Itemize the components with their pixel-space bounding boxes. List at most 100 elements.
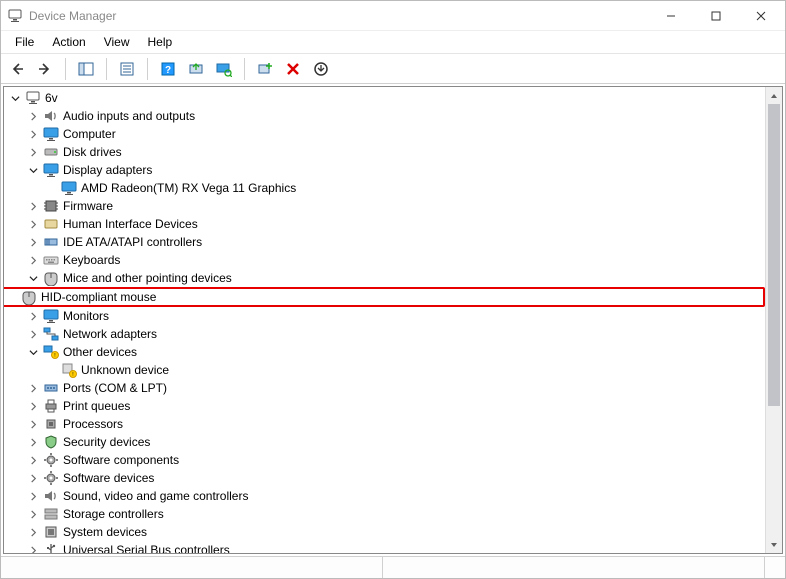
minimize-button[interactable] bbox=[648, 1, 693, 30]
tree-item-label: Keyboards bbox=[63, 253, 120, 267]
menu-file[interactable]: File bbox=[7, 33, 42, 51]
collapse-icon[interactable] bbox=[26, 163, 41, 178]
security-icon bbox=[43, 434, 59, 450]
tree-item[interactable]: Network adapters bbox=[4, 325, 765, 343]
tree-item[interactable]: 6v bbox=[4, 89, 765, 107]
collapse-icon[interactable] bbox=[26, 345, 41, 360]
vertical-scrollbar[interactable] bbox=[765, 87, 782, 553]
tree-item-label: IDE ATA/ATAPI controllers bbox=[63, 235, 202, 249]
forward-button[interactable] bbox=[33, 57, 57, 81]
toolbar-separator bbox=[106, 58, 107, 80]
collapse-icon[interactable] bbox=[8, 91, 23, 106]
expand-icon[interactable] bbox=[26, 453, 41, 468]
tree-item-label: Unknown device bbox=[81, 363, 169, 377]
tree-item[interactable]: Unknown device bbox=[4, 361, 765, 379]
help-button[interactable] bbox=[156, 57, 180, 81]
device-tree[interactable]: 6vAudio inputs and outputsComputerDisk d… bbox=[4, 87, 765, 553]
tree-item[interactable]: Firmware bbox=[4, 197, 765, 215]
expand-icon[interactable] bbox=[26, 217, 41, 232]
tree-item[interactable]: Universal Serial Bus controllers bbox=[4, 541, 765, 553]
expand-icon[interactable] bbox=[26, 253, 41, 268]
expand-icon[interactable] bbox=[26, 199, 41, 214]
status-cell bbox=[1, 557, 383, 578]
tree-item[interactable]: Monitors bbox=[4, 307, 765, 325]
uninstall-button[interactable] bbox=[281, 57, 305, 81]
tree-item[interactable]: Computer bbox=[4, 125, 765, 143]
expander-placeholder bbox=[44, 363, 59, 378]
scan-hardware-button[interactable] bbox=[212, 57, 236, 81]
status-grip bbox=[765, 557, 785, 578]
expand-icon[interactable] bbox=[26, 109, 41, 124]
tree-item[interactable]: HID-compliant mouse bbox=[4, 287, 765, 307]
tree-item[interactable]: Other devices bbox=[4, 343, 765, 361]
cpu-icon bbox=[43, 416, 59, 432]
tree-item-label: Human Interface Devices bbox=[63, 217, 198, 231]
statusbar bbox=[1, 556, 785, 578]
tree-item[interactable]: System devices bbox=[4, 523, 765, 541]
scroll-up-button[interactable] bbox=[766, 87, 782, 104]
tree-item[interactable]: Keyboards bbox=[4, 251, 765, 269]
tree-item[interactable]: IDE ATA/ATAPI controllers bbox=[4, 233, 765, 251]
monitor-icon bbox=[43, 126, 59, 142]
tree-item[interactable]: Storage controllers bbox=[4, 505, 765, 523]
tree-item[interactable]: Human Interface Devices bbox=[4, 215, 765, 233]
expand-icon[interactable] bbox=[26, 543, 41, 554]
expand-icon[interactable] bbox=[26, 399, 41, 414]
disable-button[interactable] bbox=[309, 57, 333, 81]
tree-item-label: Network adapters bbox=[63, 327, 157, 341]
expand-icon[interactable] bbox=[26, 327, 41, 342]
expand-icon[interactable] bbox=[26, 489, 41, 504]
expand-icon[interactable] bbox=[26, 309, 41, 324]
tree-item[interactable]: Print queues bbox=[4, 397, 765, 415]
tree-item-label: Processors bbox=[63, 417, 123, 431]
showhide-tree-button[interactable] bbox=[74, 57, 98, 81]
scroll-track[interactable] bbox=[766, 104, 782, 536]
add-legacy-button[interactable] bbox=[253, 57, 277, 81]
tree-item-label: HID-compliant mouse bbox=[41, 290, 156, 304]
menu-help[interactable]: Help bbox=[140, 33, 181, 51]
close-button[interactable] bbox=[738, 1, 783, 30]
tree-item-label: Software devices bbox=[63, 471, 154, 485]
tree-item[interactable]: Display adapters bbox=[4, 161, 765, 179]
toolbar-separator bbox=[147, 58, 148, 80]
back-button[interactable] bbox=[5, 57, 29, 81]
tree-item[interactable]: Audio inputs and outputs bbox=[4, 107, 765, 125]
maximize-button[interactable] bbox=[693, 1, 738, 30]
tree-item[interactable]: AMD Radeon(TM) RX Vega 11 Graphics bbox=[4, 179, 765, 197]
tree-item[interactable]: Software devices bbox=[4, 469, 765, 487]
menu-action[interactable]: Action bbox=[44, 33, 93, 51]
update-driver-button[interactable] bbox=[184, 57, 208, 81]
expand-icon[interactable] bbox=[26, 127, 41, 142]
properties-button[interactable] bbox=[115, 57, 139, 81]
tree-item[interactable]: Mice and other pointing devices bbox=[4, 269, 765, 287]
tree-item[interactable]: Disk drives bbox=[4, 143, 765, 161]
tree-item[interactable]: Software components bbox=[4, 451, 765, 469]
expand-icon[interactable] bbox=[26, 235, 41, 250]
tree-item[interactable]: Ports (COM & LPT) bbox=[4, 379, 765, 397]
collapse-icon[interactable] bbox=[26, 271, 41, 286]
expand-icon[interactable] bbox=[26, 471, 41, 486]
expand-icon[interactable] bbox=[26, 381, 41, 396]
menu-view[interactable]: View bbox=[96, 33, 138, 51]
tree-item-label: Ports (COM & LPT) bbox=[63, 381, 167, 395]
monitor-icon bbox=[61, 180, 77, 196]
expander-placeholder bbox=[4, 290, 19, 305]
scroll-down-button[interactable] bbox=[766, 536, 782, 553]
monitor-icon bbox=[43, 162, 59, 178]
expand-icon[interactable] bbox=[26, 435, 41, 450]
tree-item-label: AMD Radeon(TM) RX Vega 11 Graphics bbox=[81, 181, 296, 195]
tree-item-label: Software components bbox=[63, 453, 179, 467]
expand-icon[interactable] bbox=[26, 507, 41, 522]
tree-item-label: Display adapters bbox=[63, 163, 152, 177]
tree-item[interactable]: Security devices bbox=[4, 433, 765, 451]
expand-icon[interactable] bbox=[26, 145, 41, 160]
tree-item[interactable]: Processors bbox=[4, 415, 765, 433]
scroll-thumb[interactable] bbox=[768, 104, 780, 406]
tree-item[interactable]: Sound, video and game controllers bbox=[4, 487, 765, 505]
expand-icon[interactable] bbox=[26, 525, 41, 540]
mouse-icon bbox=[43, 270, 59, 286]
tree-item-label: Sound, video and game controllers bbox=[63, 489, 248, 503]
tree-item-label: Firmware bbox=[63, 199, 113, 213]
hid-icon bbox=[43, 216, 59, 232]
expand-icon[interactable] bbox=[26, 417, 41, 432]
